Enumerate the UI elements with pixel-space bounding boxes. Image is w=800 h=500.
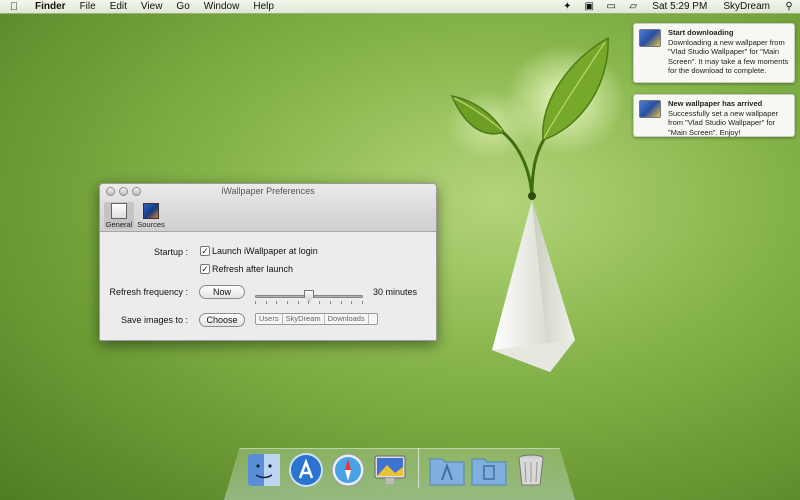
finder-icon[interactable] [246, 452, 282, 488]
refresh-frequency-slider[interactable] [255, 289, 363, 304]
refresh-after-launch-label: Refresh after launch [212, 264, 294, 274]
path-segment[interactable]: SkyDream [283, 314, 325, 324]
launch-at-login-label: Launch iWallpaper at login [212, 246, 318, 256]
iwallpaper-notification-icon [639, 29, 661, 47]
preferences-toolbar: General Sources [104, 202, 166, 229]
preferences-window: iWallpaper Preferences General Sources S… [99, 183, 437, 341]
menu-clock[interactable]: Sat 5:29 PM [644, 1, 715, 12]
documents-folder-icon[interactable] [471, 452, 507, 488]
airplay-icon[interactable]: ▱ [622, 1, 644, 12]
menu-help[interactable]: Help [246, 0, 281, 14]
menu-file[interactable]: File [73, 0, 103, 14]
general-icon [111, 203, 127, 219]
apple-icon[interactable]:  [0, 1, 28, 13]
refresh-after-launch-checkbox[interactable]: ✓ Refresh after launch [200, 264, 293, 274]
applications-folder-icon[interactable] [429, 452, 465, 488]
launch-at-login-checkbox[interactable]: ✓ Launch iWallpaper at login [200, 246, 318, 256]
tab-sources-label: Sources [137, 220, 165, 229]
save-images-label: Save images to : [120, 315, 188, 325]
menu-extras: ✦ ▣ ▭ ▱ Sat 5:29 PM SkyDream ⚲ [556, 1, 800, 12]
notification-body: Successfully set a new wallpaper from "V… [668, 108, 779, 137]
slider-ticks [255, 301, 363, 304]
sources-icon [143, 203, 159, 219]
refresh-frequency-label: Refresh frequency : [109, 287, 188, 297]
safari-icon[interactable] [330, 452, 366, 488]
window-titlebar[interactable]: iWallpaper Preferences General Sources [100, 184, 436, 232]
tab-general[interactable]: General [104, 202, 134, 229]
path-segment[interactable]: Users [256, 314, 283, 324]
menu-bar:  Finder File Edit View Go Window Help ✦… [0, 0, 800, 14]
notification-title: New wallpaper has arrived [668, 99, 763, 108]
menu-finder[interactable]: Finder [28, 0, 73, 14]
window-title: iWallpaper Preferences [221, 186, 315, 196]
dock [246, 448, 549, 488]
refresh-value-label: 30 minutes [373, 287, 418, 297]
trash-icon[interactable] [513, 452, 549, 488]
notification-wallpaper-arrived[interactable]: New wallpaper has arrived Successfully s… [633, 94, 795, 137]
display-icon[interactable]: ▭ [600, 1, 622, 12]
path-segment[interactable]: Downloads [325, 314, 369, 324]
iwallpaper-notification-icon [639, 100, 661, 118]
checkmark-icon: ✓ [200, 264, 210, 274]
menu-user[interactable]: SkyDream [715, 1, 778, 12]
notification-start-downloading[interactable]: Start downloading Downloading a new wall… [633, 23, 795, 83]
refresh-now-button[interactable]: Now [199, 285, 245, 299]
startup-label: Startup : [153, 247, 188, 257]
menu-go[interactable]: Go [169, 0, 196, 14]
save-path-control[interactable]: Users SkyDream Downloads [255, 313, 378, 325]
general-pane: Startup : ✓ Launch iWallpaper at login ✓… [100, 232, 436, 340]
iwallpaper-menu-icon[interactable]: ▣ [578, 1, 600, 12]
wallpaper-plant [445, 36, 625, 372]
tab-sources[interactable]: Sources [136, 202, 166, 229]
dock-separator [418, 448, 419, 488]
checkmark-icon: ✓ [200, 246, 210, 256]
spotlight-icon[interactable]: ⚲ [778, 1, 800, 12]
notification-title: Start downloading [668, 28, 734, 37]
menu-view[interactable]: View [134, 0, 170, 14]
script-icon[interactable]: ✦ [556, 1, 578, 12]
notification-body: Downloading a new wallpaper from "Vlad S… [668, 37, 789, 76]
iwallpaper-dock-icon[interactable] [372, 452, 408, 488]
choose-folder-button[interactable]: Choose [199, 313, 245, 327]
menu-window[interactable]: Window [197, 0, 247, 14]
menu-edit[interactable]: Edit [103, 0, 134, 14]
app-store-icon[interactable] [288, 452, 324, 488]
tab-general-label: General [105, 220, 133, 229]
